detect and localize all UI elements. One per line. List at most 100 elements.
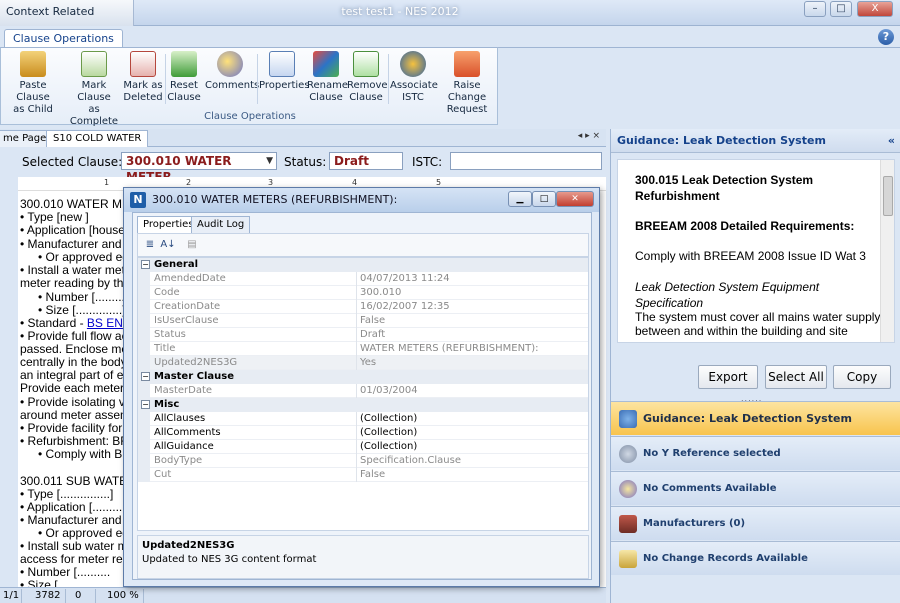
accordion-manufacturers[interactable]: Manufacturers (0): [611, 506, 900, 540]
doc-line: • Provide full flow ac: [20, 329, 128, 343]
dialog-title: 300.010 WATER METERS (REFURBISHMENT):: [152, 193, 398, 206]
guidance-content[interactable]: 300.015 Leak Detection System Refurbishm…: [617, 159, 895, 343]
property-row[interactable]: CreationDate 16/02/2007 12:35: [138, 300, 588, 314]
guidance-panel-header: Guidance: Leak Detection System Refurbis…: [611, 129, 900, 171]
doc-line: meter reading by the: [20, 276, 131, 290]
status-bar: 1/1 3782 0 100 %: [0, 587, 606, 603]
property-row-selected[interactable]: Updated2NES3G Yes: [138, 356, 588, 370]
property-row[interactable]: AmendedDate 04/07/2013 11:24: [138, 272, 588, 286]
doc-line: • Install sub water m: [20, 539, 128, 553]
property-row[interactable]: IsUserClause False: [138, 314, 588, 328]
selected-clause-dropdown[interactable]: 300.010 WATER METER... ▼: [121, 152, 277, 184]
minimize-button[interactable]: –: [804, 1, 826, 17]
selected-clause-label: Selected Clause:: [22, 155, 123, 169]
accordion-y-reference[interactable]: No Y Reference selected: [611, 436, 900, 470]
doc-line: centrally in the body: [20, 355, 127, 369]
associate-icon: [400, 51, 426, 77]
paste-icon: [20, 51, 46, 77]
doc-line: • Number [.........: [38, 290, 125, 304]
document-tab-strip: me Page S10 COLD WATER ◂ ▸ ×: [0, 129, 606, 147]
collapse-icon[interactable]: −: [141, 260, 150, 269]
help-icon[interactable]: ?: [878, 29, 894, 45]
panel-footer: [611, 587, 900, 603]
zoom-level[interactable]: 100 %: [104, 589, 144, 603]
page-indicator: 1/1: [0, 589, 22, 603]
reset-clause-button[interactable]: Reset Clause: [167, 51, 201, 104]
property-row[interactable]: Code 300.010: [138, 286, 588, 300]
scrollbar-thumb[interactable]: [883, 176, 893, 216]
bs-en-link[interactable]: BS EN: [87, 316, 123, 330]
raise-change-request-button[interactable]: Raise Change Request: [437, 51, 497, 116]
status-field[interactable]: Draft: [329, 152, 403, 170]
associate-istc-button[interactable]: Associate ISTC: [390, 51, 438, 104]
categorized-icon[interactable]: ≣: [142, 238, 158, 252]
collapse-icon[interactable]: −: [141, 400, 150, 409]
doc-line: • Or approved equ: [38, 526, 136, 540]
collapse-icon[interactable]: −: [141, 372, 150, 381]
ribbon-empty-area: [498, 47, 900, 125]
doc-line: • Provide isolating va: [20, 395, 132, 409]
dialog-maximize-button[interactable]: □: [532, 191, 556, 207]
accordion-change-records[interactable]: No Change Records Available: [611, 541, 900, 575]
properties-dialog: N 300.010 WATER METERS (REFURBISHMENT): …: [123, 187, 600, 587]
property-row[interactable]: MasterDate 01/03/2004: [138, 384, 588, 398]
accordion-guidance[interactable]: Guidance: Leak Detection System Refurbis…: [611, 401, 900, 459]
dialog-minimize-button[interactable]: ▁: [508, 191, 532, 207]
category-misc[interactable]: − Misc: [138, 398, 588, 412]
property-row[interactable]: Title WATER METERS (REFURBISHMENT):: [138, 342, 588, 356]
export-button[interactable]: Export: [698, 365, 758, 389]
copy-button[interactable]: Copy: [833, 365, 891, 389]
ribbon-tab-strip: Clause Operations: [0, 26, 900, 48]
property-pages-icon[interactable]: ▤: [184, 238, 200, 252]
app-title: test test1 - NES 2012: [341, 5, 459, 18]
delete-document-icon: [130, 51, 156, 77]
zero-indicator: 0: [72, 589, 96, 603]
property-row[interactable]: BodyType Specification.Clause: [138, 454, 588, 468]
doc-line: • Provide facility for: [20, 421, 123, 435]
category-general[interactable]: − General: [138, 258, 588, 272]
property-row[interactable]: AllComments (Collection): [138, 426, 588, 440]
guidance-scrollbar[interactable]: [880, 160, 894, 342]
reset-icon: [171, 51, 197, 77]
collapse-panel-icon[interactable]: «: [888, 129, 895, 153]
guidance-paragraph: between and within the building and site: [635, 324, 848, 338]
doc-line: Provide each meter w: [20, 381, 137, 395]
properties-button[interactable]: Properties: [259, 51, 310, 92]
tab-s10-cold-water[interactable]: S10 COLD WATER: [46, 130, 149, 147]
document-tab-nav[interactable]: ◂ ▸ ×: [578, 131, 600, 141]
doc-line: • Application [.........: [20, 500, 123, 514]
doc-line: • Or approved equ: [38, 250, 136, 264]
link-icon: [619, 445, 637, 463]
category-master-clause[interactable]: − Master Clause: [138, 370, 588, 384]
comments-button[interactable]: Comments: [205, 51, 259, 92]
doc-line: • Application [house]: [20, 223, 129, 237]
tab-audit-log[interactable]: Audit Log: [191, 216, 251, 233]
rename-icon: [313, 51, 339, 77]
alphabetical-sort-icon[interactable]: A↓: [160, 238, 176, 252]
accordion-comments[interactable]: No Comments Available: [611, 471, 900, 505]
context-related-operations-tab[interactable]: Context Related Operations: [0, 0, 134, 42]
document-gutter: [0, 149, 18, 588]
property-row[interactable]: Cut False: [138, 468, 588, 482]
check-document-icon: [81, 51, 107, 77]
property-row[interactable]: AllClauses (Collection): [138, 412, 588, 426]
ribbon-separator: [165, 54, 166, 104]
close-button[interactable]: X: [857, 1, 893, 17]
mark-as-deleted-button[interactable]: Mark as Deleted: [123, 51, 163, 104]
property-grid: − General AmendedDate 04/07/2013 11:24 Cod…: [137, 257, 589, 531]
dialog-title-bar[interactable]: N 300.010 WATER METERS (REFURBISHMENT): …: [124, 188, 599, 212]
property-row[interactable]: AllGuidance (Collection): [138, 440, 588, 454]
istc-field[interactable]: [450, 152, 602, 170]
doc-line: an integral part of ea: [20, 368, 131, 382]
description-text: Updated to NES 3G content format: [142, 554, 317, 565]
rename-clause-button[interactable]: Rename Clause: [307, 51, 348, 104]
property-row[interactable]: Status Draft: [138, 328, 588, 342]
dialog-close-button[interactable]: ✕: [556, 191, 594, 207]
guidance-panel: Guidance: Leak Detection System Refurbis…: [610, 129, 900, 603]
maximize-button[interactable]: □: [830, 1, 852, 17]
remove-clause-button[interactable]: Remove Clause: [347, 51, 388, 104]
paste-clause-as-child-button[interactable]: Paste Clause as Child: [3, 51, 63, 116]
select-all-button[interactable]: Select All: [765, 365, 827, 389]
char-count: 3782: [32, 589, 66, 603]
tab-clause-operations[interactable]: Clause Operations: [4, 29, 123, 48]
